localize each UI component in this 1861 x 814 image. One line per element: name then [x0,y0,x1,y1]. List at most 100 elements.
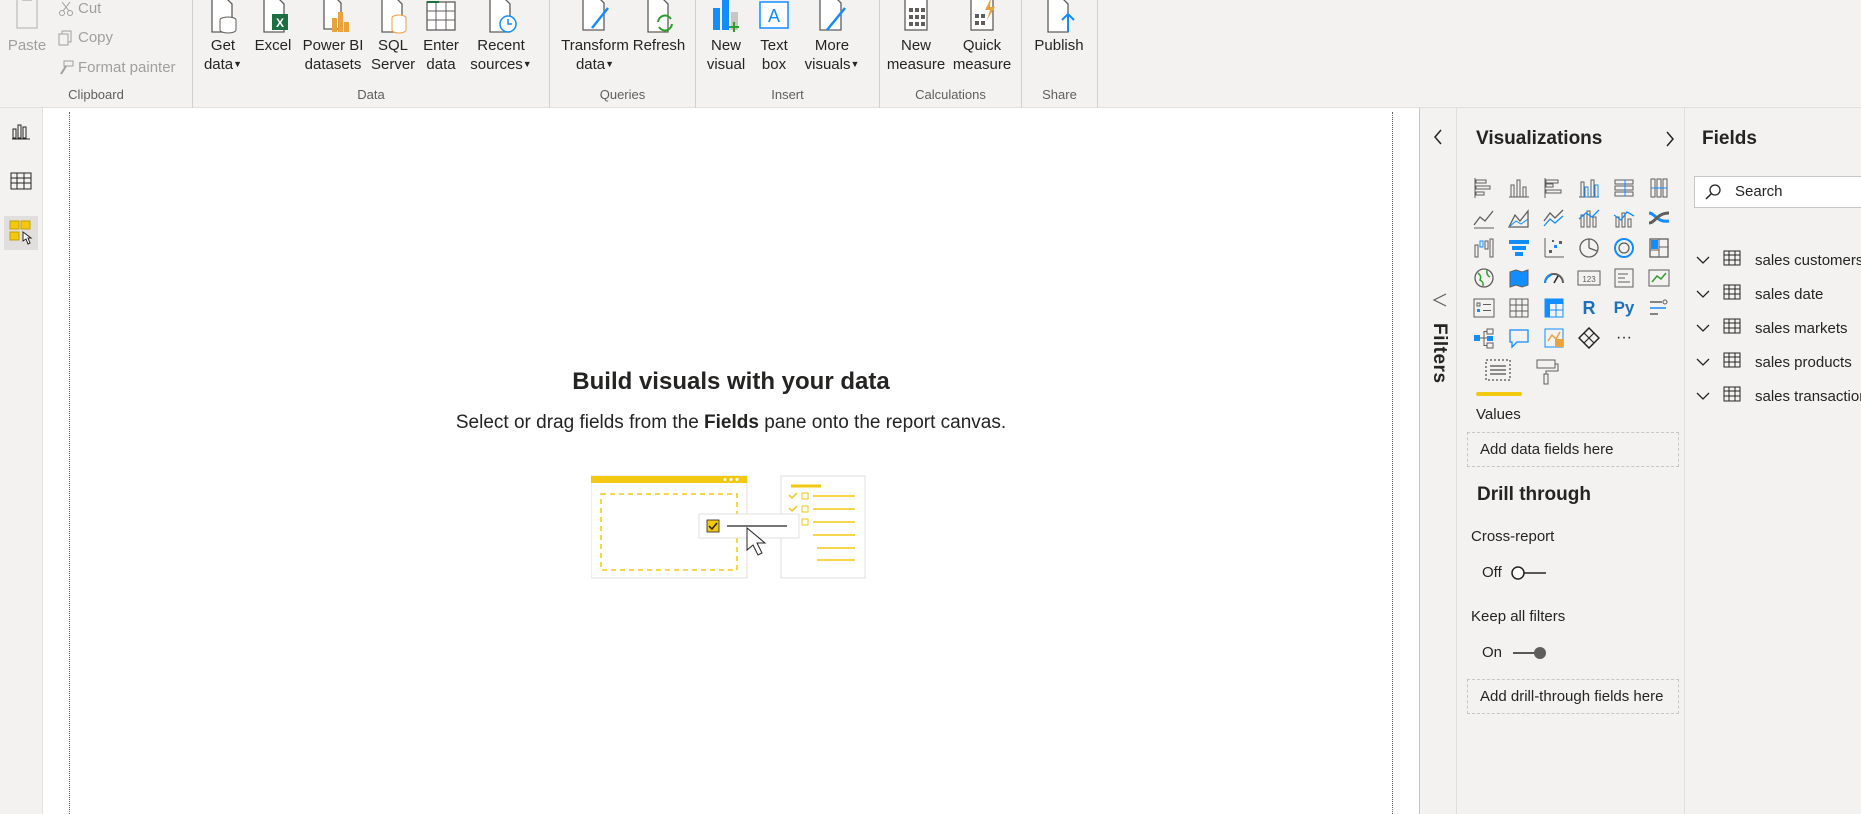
report-view-button[interactable] [4,114,38,148]
stacked-column-chart-icon[interactable] [1505,174,1533,202]
chevron-down-icon[interactable] [1693,354,1713,371]
stacked-area-chart-icon[interactable] [1540,204,1568,232]
python-visual-icon[interactable]: Py [1610,294,1638,322]
empty-state-title: Build visuals with your data [572,368,890,395]
field-table-item[interactable]: sales markets [1693,313,1848,343]
enter-data-button[interactable]: Enter data [421,0,461,74]
funnel-chart-icon[interactable] [1505,234,1533,262]
new-visual-button[interactable]: New visual [704,0,748,74]
keep-all-filters-toggle[interactable]: On [1482,644,1550,661]
map-icon[interactable] [1470,264,1498,292]
new-measure-label: New measure [886,37,946,73]
waterfall-chart-icon[interactable] [1470,234,1498,262]
calculator-icon [899,0,933,36]
publish-button[interactable]: Publish [1030,0,1088,55]
empty-state-subtitle: Select or drag fields from the Fields pa… [455,412,1007,433]
power-bi-datasets-button[interactable]: Power BI datasets [301,0,365,74]
keep-all-filters-label: Keep all filters [1471,608,1566,625]
fields-search-input[interactable]: Search [1694,176,1861,208]
clipboard-group-label: Clipboard [68,87,124,102]
collapse-left-icon[interactable] [1432,128,1444,151]
treemap-icon[interactable] [1645,234,1673,262]
line-and-clustered-column-icon[interactable] [1610,204,1638,232]
model-view-button[interactable] [4,216,38,250]
100-stacked-column-chart-icon[interactable] [1645,174,1673,202]
more-visuals-ellipsis-icon[interactable]: ··· [1610,324,1638,352]
new-measure-button[interactable]: New measure [886,0,946,74]
drill-through-field-well[interactable]: Add drill-through fields here [1467,679,1679,714]
stacked-bar-chart-icon[interactable] [1470,174,1498,202]
multi-row-card-icon[interactable] [1610,264,1638,292]
transform-data-icon [578,0,612,36]
decomposition-tree-icon[interactable] [1470,324,1498,352]
page-boundary-left [69,112,70,814]
line-and-stacked-column-icon[interactable] [1575,204,1603,232]
new-visual-icon [709,0,743,36]
data-view-icon [10,172,32,190]
recent-sources-button[interactable]: Recent sources▼ [469,0,533,74]
calculations-group: New measure Quick measure Calculations [880,0,1022,108]
smart-narrative-icon[interactable] [1540,324,1568,352]
sql-server-button[interactable]: SQL Server [371,0,415,74]
excel-button[interactable]: X Excel [253,0,293,55]
ribbon-chart-icon[interactable] [1645,204,1673,232]
area-chart-icon[interactable] [1505,204,1533,232]
kpi-icon[interactable] [1645,264,1673,292]
recent-sources-label: Recent sources▼ [470,37,532,73]
chevron-down-icon[interactable] [1693,286,1713,303]
format-painter-button[interactable]: Format painter [58,56,176,80]
field-table-item[interactable]: sales customers [1693,245,1861,275]
report-canvas[interactable]: Build visuals with your data Select or d… [43,108,1419,814]
clustered-bar-chart-icon[interactable] [1540,174,1568,202]
refresh-button[interactable]: Refresh [632,0,686,55]
clustered-column-chart-icon[interactable] [1575,174,1603,202]
get-data-icon [206,0,240,36]
quick-measure-button[interactable]: Quick measure [950,0,1014,74]
field-table-item[interactable]: sales transactions [1693,381,1861,411]
matrix-icon[interactable] [1540,294,1568,322]
donut-chart-icon[interactable] [1610,234,1638,262]
table-icon [1723,318,1741,338]
format-painter-label: Format painter [78,59,176,76]
share-group: Publish Share [1022,0,1098,108]
r-script-visual-icon[interactable]: R [1575,294,1603,322]
paste-button[interactable]: Paste [6,0,48,55]
format-tab[interactable] [1534,358,1564,400]
key-influencers-icon[interactable] [1645,294,1673,322]
slicer-icon[interactable] [1470,294,1498,322]
table-visual-icon[interactable] [1505,294,1533,322]
get-data-button[interactable]: Get data▼ [203,0,243,74]
cut-button[interactable]: Cut [58,0,101,21]
drill-through-title: Drill through [1477,484,1591,505]
field-table-item[interactable]: sales products [1693,347,1852,377]
gauge-icon[interactable] [1540,264,1568,292]
values-field-well[interactable]: Add data fields here [1467,432,1679,467]
active-tab-indicator [1476,392,1522,396]
copy-button[interactable]: Copy [58,26,113,50]
filled-map-icon[interactable] [1505,264,1533,292]
data-view-button[interactable] [4,164,38,198]
fields-tab[interactable] [1476,358,1522,400]
transform-data-button[interactable]: Transform data▼ [560,0,630,74]
cross-report-toggle[interactable]: Off [1482,564,1550,581]
field-table-item[interactable]: sales date [1693,279,1823,309]
chevron-down-icon[interactable] [1693,252,1713,269]
refresh-label: Refresh [632,37,686,54]
pie-chart-icon[interactable] [1575,234,1603,262]
card-icon[interactable]: 123 [1575,264,1603,292]
format-painter-icon [60,60,74,75]
chevron-down-icon[interactable] [1693,320,1713,337]
100-stacked-bar-chart-icon[interactable] [1610,174,1638,202]
text-box-button[interactable]: A Text box [754,0,794,74]
more-visuals-button[interactable]: More visuals▼ [800,0,864,74]
filters-pane-collapsed[interactable]: Filters [1419,108,1457,814]
scatter-chart-icon[interactable] [1540,234,1568,262]
page-boundary-right [1392,112,1393,814]
pane-tab-row [1476,358,1636,400]
toggle-off-icon [1510,565,1546,580]
line-chart-icon[interactable] [1470,204,1498,232]
power-apps-icon[interactable] [1575,324,1603,352]
qna-icon[interactable] [1505,324,1533,352]
chevron-down-icon[interactable] [1693,388,1713,405]
expand-right-icon[interactable] [1664,130,1676,153]
